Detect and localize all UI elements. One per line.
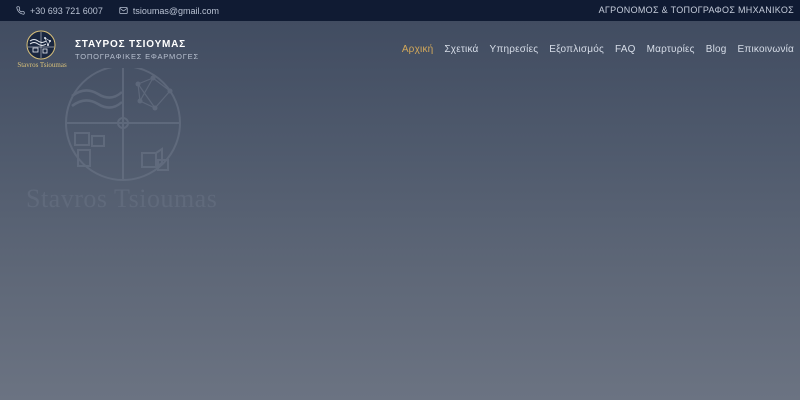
phone-contact[interactable]: +30 693 721 6007 [16, 6, 103, 16]
phone-number: +30 693 721 6007 [30, 5, 103, 16]
brand-block[interactable]: ΣΤΑΥΡΟΣ ΤΣΙΟΥΜΑΣ ΤΟΠΟΓΡΑΦΙΚΕΣ ΕΦΑΡΜΟΓΕΣ [75, 39, 199, 61]
brand-subtitle: ΤΟΠΟΓΡΑΦΙΚΕΣ ΕΦΑΡΜΟΓΕΣ [75, 52, 199, 61]
nav-item-services[interactable]: Υπηρεσίες [490, 44, 539, 55]
site-logo[interactable]: Stavros Tsioumas [14, 28, 70, 72]
email-contact[interactable]: tsioumas@gmail.com [119, 6, 219, 16]
nav-item-about[interactable]: Σχετικά [444, 44, 478, 55]
top-contact-bar: +30 693 721 6007 tsioumas@gmail.com ΑΓΡΟ… [0, 0, 800, 21]
brand-name: ΣΤΑΥΡΟΣ ΤΣΙΟΥΜΑΣ [75, 39, 186, 50]
profession-tagline: ΑΓΡΟΝΟΜΟΣ & ΤΟΠΟΓΡΑΦΟΣ ΜΗΧΑΝΙΚΟΣ [598, 5, 794, 15]
logo-badge-icon [26, 30, 56, 60]
nav-item-testimonials[interactable]: Μαρτυρίες [647, 44, 695, 55]
email-address: tsioumas@gmail.com [132, 5, 219, 16]
watermark-emblem-icon [65, 68, 181, 181]
nav-item-equipment[interactable]: Εξοπλισμός [549, 44, 604, 55]
nav-item-home[interactable]: Αρχική [402, 44, 434, 55]
watermark-text: Stavros Tsioumas [26, 184, 218, 213]
main-navigation: Αρχική Σχετικά Υπηρεσίες Εξοπλισμός FAQ … [402, 44, 794, 55]
nav-item-faq[interactable]: FAQ [615, 44, 636, 55]
contact-info: +30 693 721 6007 tsioumas@gmail.com [16, 6, 219, 16]
envelope-icon [119, 6, 128, 15]
nav-item-contact[interactable]: Επικοινωνία [738, 44, 794, 55]
nav-item-blog[interactable]: Blog [706, 44, 727, 55]
phone-icon [16, 6, 25, 15]
